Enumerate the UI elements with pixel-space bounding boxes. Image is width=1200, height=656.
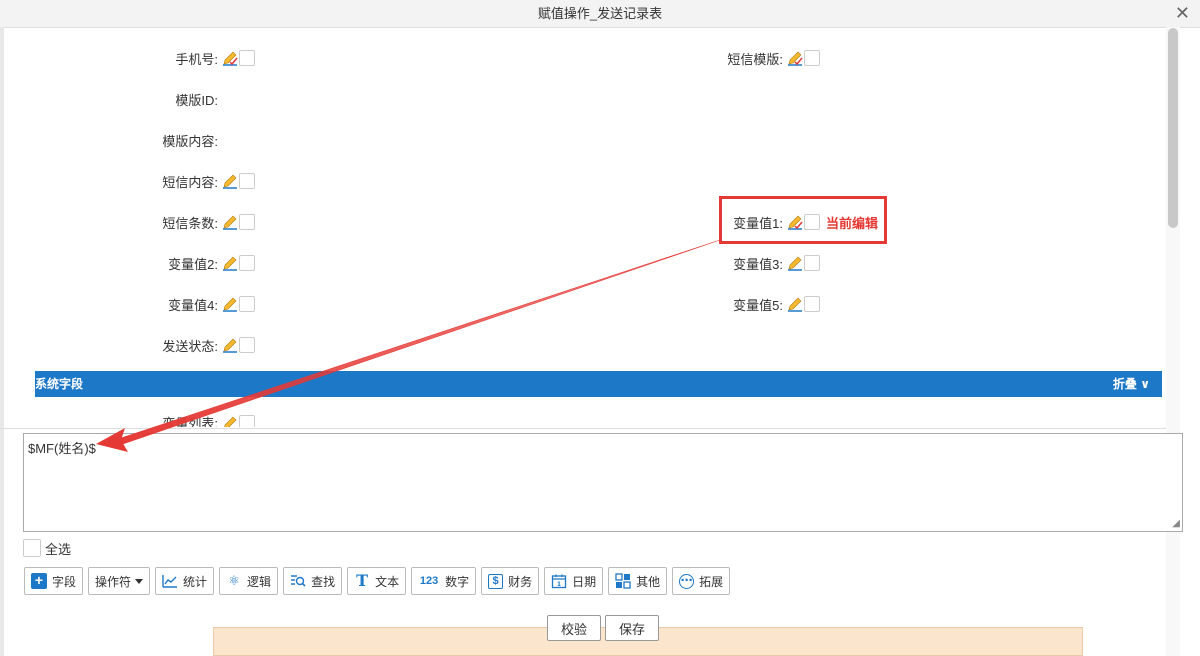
- pencil-check-icon[interactable]: [787, 50, 803, 66]
- finance-button[interactable]: $ 财务: [481, 567, 540, 595]
- pencil-icon[interactable]: [222, 173, 238, 189]
- collapse-toggle[interactable]: 折叠 ∨: [1113, 371, 1150, 397]
- pencil-icon[interactable]: [222, 415, 238, 427]
- system-fields-title: 系统字段: [35, 377, 84, 391]
- statistics-button[interactable]: 统计: [155, 567, 215, 595]
- field-row-template-content: 模版内容:: [120, 130, 218, 150]
- chart-icon: [162, 573, 178, 589]
- select-all-label: 全选: [45, 541, 72, 557]
- field-label: 变量值2:: [168, 256, 218, 272]
- formula-toolbar: + 字段 操作符 统计 ⚛ 逻辑 查找 T 文本 123 数字 $ 财务 1 日期 其他 ⋯…: [24, 567, 735, 597]
- pencil-icon[interactable]: [222, 214, 238, 230]
- pencil-icon[interactable]: [222, 337, 238, 353]
- search-list-icon: [290, 573, 306, 589]
- field-label: 变量列表:: [162, 416, 218, 427]
- field-checkbox[interactable]: [239, 50, 255, 66]
- field-label: 模版内容:: [162, 133, 218, 149]
- field-label: 短信条数:: [162, 215, 218, 231]
- close-icon[interactable]: ✕: [1175, 0, 1190, 27]
- field-label: 变量值5:: [733, 297, 783, 313]
- field-row-send-status: 发送状态:: [120, 335, 255, 355]
- logic-button[interactable]: ⚛ 逻辑: [219, 567, 279, 595]
- divider: [0, 428, 1166, 429]
- field-checkbox[interactable]: [239, 414, 255, 427]
- field-checkbox[interactable]: [239, 214, 255, 230]
- field-row-sms-content: 短信内容:: [120, 171, 255, 191]
- select-all-checkbox[interactable]: [23, 539, 41, 557]
- clipped-field-row: 变量列表:: [140, 407, 260, 427]
- field-row-var3: 变量值3:: [690, 253, 820, 273]
- field-row-var4: 变量值4:: [120, 294, 255, 314]
- field-label: 短信内容:: [162, 174, 218, 190]
- window-title: 赋值操作_发送记录表: [537, 6, 663, 21]
- collapse-label: 折叠: [1112, 377, 1137, 391]
- field-checkbox[interactable]: [804, 296, 820, 312]
- field-checkbox[interactable]: [239, 173, 255, 189]
- grid-icon: [615, 573, 631, 589]
- field-checkbox[interactable]: [804, 50, 820, 66]
- pencil-icon[interactable]: [222, 255, 238, 271]
- date-button[interactable]: 1 日期: [544, 567, 604, 595]
- pencil-icon[interactable]: [222, 296, 238, 312]
- field-row-template-id: 模版ID:: [120, 89, 218, 109]
- system-fields-bar[interactable]: 系统字段 折叠 ∨: [35, 371, 1162, 397]
- field-label: 手机号:: [175, 51, 218, 67]
- plus-icon: +: [31, 573, 47, 589]
- field-label: 模版ID:: [175, 92, 218, 108]
- dollar-icon: $: [488, 573, 504, 589]
- atom-icon: ⚛: [228, 573, 240, 588]
- search-button[interactable]: 查找: [283, 567, 343, 595]
- chevron-down-icon: ∨: [1140, 377, 1150, 391]
- field-row-var2: 变量值2:: [120, 253, 255, 273]
- field-checkbox[interactable]: [239, 337, 255, 353]
- pencil-check-icon[interactable]: [222, 50, 238, 66]
- field-label: 变量值4:: [168, 297, 218, 313]
- scrollbar-thumb[interactable]: [1168, 28, 1178, 228]
- field-checkbox[interactable]: [239, 255, 255, 271]
- caret-down-icon: [135, 578, 144, 584]
- field-label: 发送状态:: [162, 338, 218, 354]
- svg-text:1: 1: [557, 581, 561, 588]
- number-button[interactable]: 123 数字: [411, 567, 477, 595]
- window-titlebar: 赋值操作_发送记录表 ✕: [0, 0, 1200, 28]
- save-button[interactable]: 保存: [605, 615, 659, 641]
- field-row-var5: 变量值5:: [690, 294, 820, 314]
- field-row-phone: 手机号:: [120, 48, 255, 68]
- select-all[interactable]: 全选: [23, 539, 71, 557]
- field-label: 短信模版:: [727, 51, 783, 67]
- field-checkbox[interactable]: [804, 255, 820, 271]
- field-checkbox[interactable]: [239, 296, 255, 312]
- formula-editor[interactable]: $MF(姓名)$ ◢: [23, 433, 1183, 532]
- operator-button[interactable]: 操作符: [88, 567, 151, 595]
- field-row-sms-template: 短信模版:: [690, 48, 820, 68]
- number-icon: 123: [419, 575, 439, 587]
- background-strip: [0, 27, 4, 656]
- pencil-icon[interactable]: [787, 255, 803, 271]
- more-icon: ⋯: [679, 572, 695, 589]
- formula-text: $MF(姓名)$: [28, 441, 96, 456]
- other-button[interactable]: 其他: [608, 567, 668, 595]
- field-row-sms-count: 短信条数:: [120, 212, 255, 232]
- current-edit-highlight: [719, 196, 887, 244]
- text-icon: T: [356, 571, 369, 590]
- text-button[interactable]: T 文本: [347, 567, 407, 595]
- field-label: 变量值3:: [733, 256, 783, 272]
- field-button[interactable]: + 字段: [24, 567, 84, 595]
- calendar-icon: 1: [551, 573, 567, 589]
- validate-button[interactable]: 校验: [547, 615, 601, 641]
- resize-handle-icon[interactable]: ◢: [1172, 518, 1180, 529]
- extend-button[interactable]: ⋯ 拓展: [672, 567, 731, 595]
- pencil-icon[interactable]: [787, 296, 803, 312]
